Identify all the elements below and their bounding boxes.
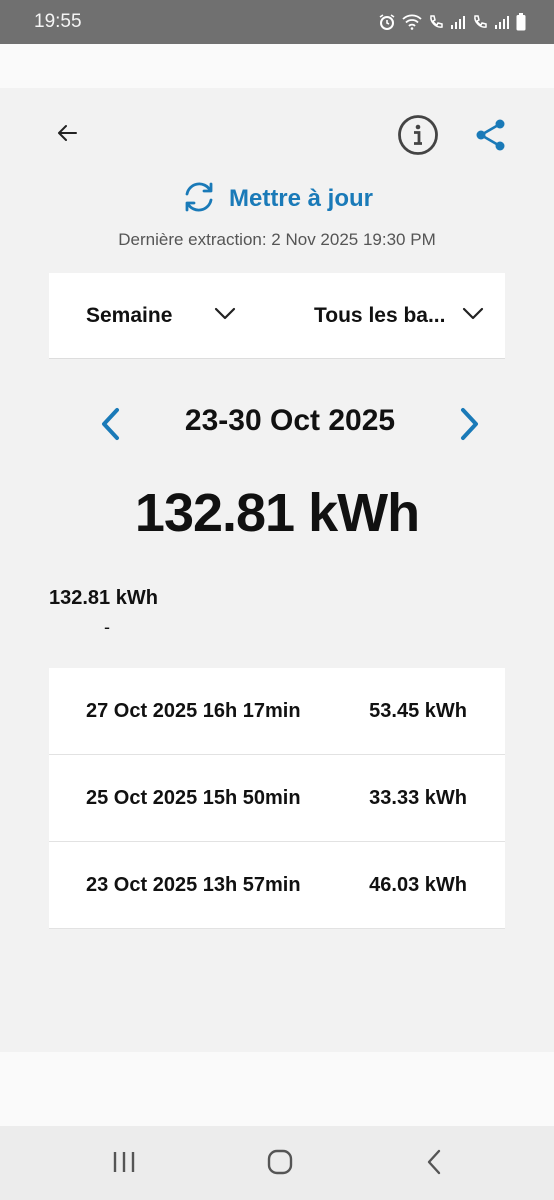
wifi-call-icon xyxy=(472,14,488,30)
signal-2-icon xyxy=(494,15,510,29)
session-date: 25 Oct 2025 15h 50min xyxy=(86,786,301,809)
back-button[interactable] xyxy=(50,118,84,152)
chevron-down-icon xyxy=(214,307,236,326)
share-button[interactable] xyxy=(474,118,508,152)
refresh-icon xyxy=(181,179,217,220)
chevron-left-icon xyxy=(94,408,130,448)
previous-period-button[interactable] xyxy=(94,404,130,444)
recents-button[interactable] xyxy=(104,1146,144,1182)
total-energy-small: 132.81 kWh xyxy=(49,587,158,609)
bottom-strip xyxy=(0,1052,554,1126)
total-energy: 132.81 kWh xyxy=(134,483,420,543)
alarm-icon xyxy=(378,13,396,31)
system-back-button[interactable] xyxy=(414,1146,454,1182)
sessions-list: 27 Oct 2025 16h 17min 53.45 kWh 25 Oct 2… xyxy=(49,668,505,929)
share-icon xyxy=(474,119,508,156)
session-row[interactable]: 27 Oct 2025 16h 17min 53.45 kWh xyxy=(49,668,505,755)
info-button[interactable] xyxy=(397,114,439,156)
chevron-down-icon xyxy=(462,307,484,326)
system-nav-bar xyxy=(0,1126,554,1200)
wifi-call-icon xyxy=(428,14,444,30)
home-icon xyxy=(267,1149,293,1180)
back-chevron-icon xyxy=(425,1149,443,1180)
next-period-button[interactable] xyxy=(450,404,486,444)
session-date: 27 Oct 2025 16h 17min xyxy=(86,699,301,722)
refresh-button[interactable]: Mettre à jour xyxy=(0,178,554,220)
session-energy: 53.45 kWh xyxy=(369,699,467,722)
session-row[interactable]: 23 Oct 2025 13h 57min 46.03 kWh xyxy=(49,842,505,929)
battery-icon xyxy=(516,13,526,31)
home-button[interactable] xyxy=(260,1146,300,1182)
session-energy: 33.33 kWh xyxy=(369,786,467,809)
session-row[interactable]: 25 Oct 2025 15h 50min 33.33 kWh xyxy=(49,755,505,842)
scope-dropdown[interactable]: Tous les ba... xyxy=(314,273,484,359)
total-dash: - xyxy=(104,617,110,637)
status-time: 19:55 xyxy=(34,11,82,32)
session-date: 23 Oct 2025 13h 57min xyxy=(86,873,301,896)
status-bar: 19:55 xyxy=(0,0,554,44)
session-energy: 46.03 kWh xyxy=(369,873,467,896)
top-strip xyxy=(0,44,554,88)
period-label: 23-30 Oct 2025 xyxy=(184,404,396,437)
recents-icon xyxy=(111,1150,137,1179)
refresh-label: Mettre à jour xyxy=(228,185,374,212)
period-dropdown-label: Semaine xyxy=(86,304,173,327)
info-circle-icon xyxy=(397,115,439,160)
arrow-left-icon xyxy=(55,121,79,150)
period-dropdown[interactable]: Semaine xyxy=(86,273,236,359)
wifi-icon xyxy=(402,14,422,30)
signal-1-icon xyxy=(450,15,466,29)
scope-dropdown-label: Tous les ba... xyxy=(314,304,446,327)
status-icons xyxy=(378,13,526,31)
filter-card: Semaine Tous les ba... xyxy=(49,273,505,359)
app-bar xyxy=(0,88,554,178)
chevron-right-icon xyxy=(450,408,486,448)
last-extraction-text: Dernière extraction: 2 Nov 2025 19:30 PM xyxy=(118,230,436,249)
period-navigation: 23-30 Oct 2025 xyxy=(0,396,554,452)
